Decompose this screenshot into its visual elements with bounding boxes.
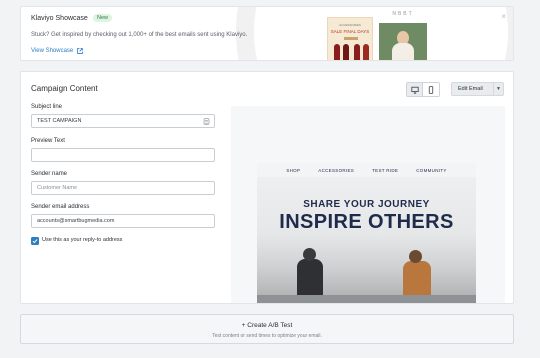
create-ab-test-button[interactable]: + Create A/B Test Test content or send t… xyxy=(20,314,514,344)
ab-test-title: + Create A/B Test xyxy=(241,322,293,329)
new-badge: New xyxy=(93,14,113,22)
email-nav-item: TEST RIDE xyxy=(372,167,399,173)
hero-headline: INSPIRE OTHERS xyxy=(279,211,454,233)
cyclist-head xyxy=(303,248,316,261)
sender-email-label: Sender email address xyxy=(31,204,90,210)
chevron-down-icon[interactable]: ▼ xyxy=(493,83,503,95)
view-showcase-label: View Showcase xyxy=(31,48,74,54)
thumbnail-logo: NBBT xyxy=(392,11,414,17)
road xyxy=(257,295,476,303)
photo-body xyxy=(392,43,414,60)
close-icon[interactable]: × xyxy=(501,12,506,21)
showcase-description: Stuck? Get inspired by checking out 1,00… xyxy=(31,32,248,38)
email-nav-item: COMMUNITY xyxy=(416,167,447,173)
showcase-thumbnail-portrait: NBBT xyxy=(379,7,427,60)
desktop-view-button[interactable] xyxy=(407,83,423,96)
subject-line-label: Subject line xyxy=(31,104,63,110)
external-link-icon xyxy=(77,48,84,54)
thumbnail-cta xyxy=(344,37,358,40)
thumbnail-sale-text: SALE FINAL DAYS xyxy=(330,29,370,34)
thumbnail-figure xyxy=(354,44,360,60)
showcase-banner: Klaviyo Showcase New Stuck? Get inspired… xyxy=(20,6,514,61)
card-title: Campaign Content xyxy=(31,84,98,93)
email-nav-item: SHOP xyxy=(286,167,301,173)
showcase-thumbnail-sale: ACCESSORIES SALE FINAL DAYS xyxy=(327,17,373,60)
thumbnail-figure xyxy=(363,44,369,60)
mobile-icon xyxy=(428,85,434,94)
sender-name-input[interactable] xyxy=(31,181,215,195)
showcase-title: Klaviyo Showcase xyxy=(31,15,88,22)
campaign-content-card: Campaign Content Edit Email ▼ Subject li… xyxy=(20,71,514,304)
preview-text-input[interactable] xyxy=(31,148,215,162)
thumbnail-figure xyxy=(343,44,349,60)
view-toggle xyxy=(406,82,440,97)
hero-subheadline: SHARE YOUR JOURNEY xyxy=(303,199,430,210)
preview-text-label: Preview Text xyxy=(31,138,65,144)
thumbnail-photo xyxy=(379,23,427,60)
desktop-icon xyxy=(410,86,419,94)
email-preview: SHOP ACCESSORIES TEST RIDE COMMUNITY SHA… xyxy=(257,163,476,303)
email-nav: SHOP ACCESSORIES TEST RIDE COMMUNITY xyxy=(257,163,476,177)
decorative-arc xyxy=(236,7,513,60)
sender-email-input[interactable] xyxy=(31,214,215,228)
ab-test-subtitle: Test content or send times to optimize y… xyxy=(212,333,322,339)
edit-email-button[interactable]: Edit Email ▼ xyxy=(451,82,504,96)
thumbnail-figure xyxy=(334,44,340,60)
view-showcase-link[interactable]: View Showcase xyxy=(31,48,84,54)
checkmark-icon xyxy=(32,239,38,244)
email-nav-item: ACCESSORIES xyxy=(318,167,355,173)
sender-name-label: Sender name xyxy=(31,171,68,177)
cyclist-head xyxy=(409,250,422,263)
edit-email-label: Edit Email xyxy=(458,86,483,92)
personalize-icon[interactable] xyxy=(203,118,210,125)
email-preview-pane: SHOP ACCESSORIES TEST RIDE COMMUNITY SHA… xyxy=(231,106,505,303)
mobile-view-button[interactable] xyxy=(423,83,439,96)
subject-line-input[interactable] xyxy=(31,114,215,128)
reply-to-checkbox[interactable] xyxy=(31,237,39,245)
email-hero: SHARE YOUR JOURNEY INSPIRE OTHERS xyxy=(257,177,476,303)
reply-to-label: Use this as your reply-to address xyxy=(42,237,123,243)
thumbnail-brand: ACCESSORIES xyxy=(339,23,361,27)
